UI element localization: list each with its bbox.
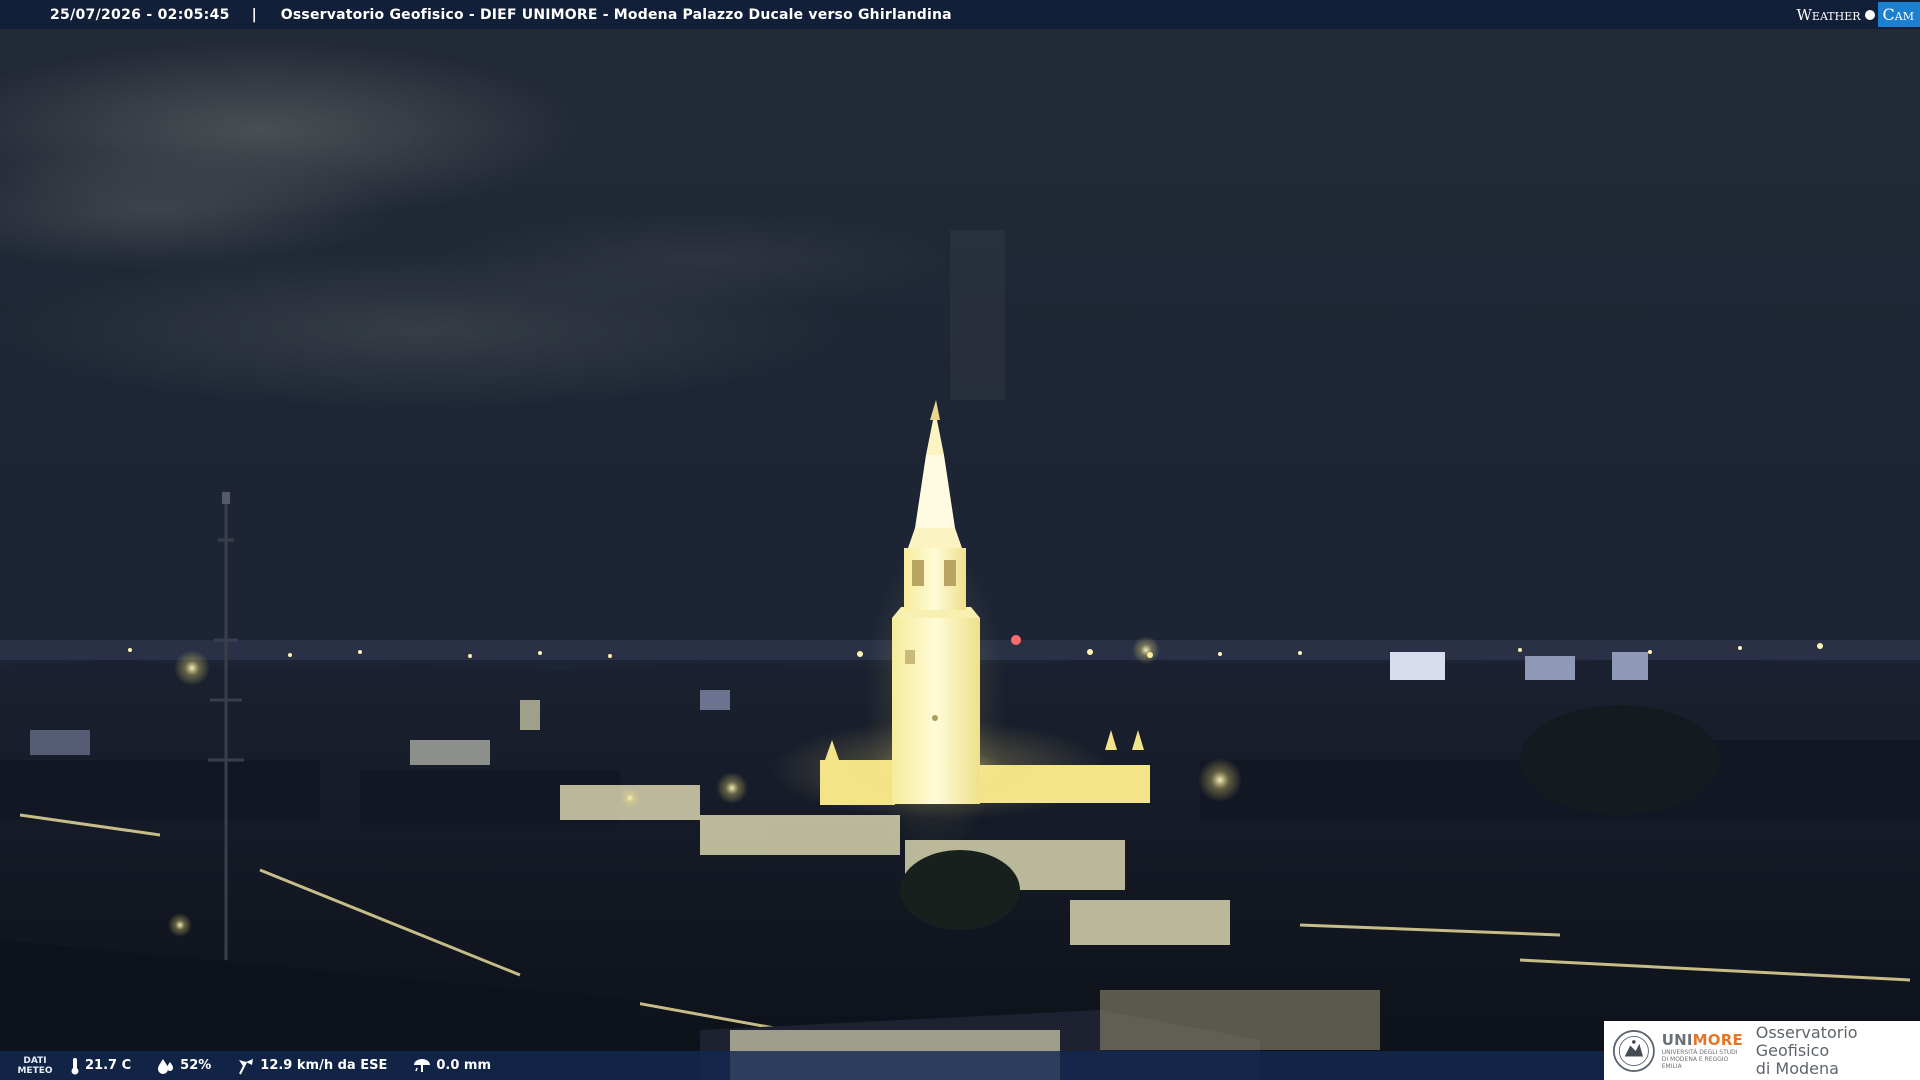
unimore-subtitle: UNIVERSITÀ DEGLI STUDI DI MODENA E REGGI…: [1661, 1049, 1738, 1070]
webcam-image: [0, 0, 1920, 1080]
weathercam-logo: Weather Cam: [1797, 0, 1920, 29]
rain-value: 0.0 mm: [436, 1058, 491, 1073]
unimore-name: UNIMORE: [1662, 1031, 1746, 1049]
observatory-name: Osservatorio Geofisico di Modena: [1755, 1022, 1920, 1078]
unimore-name-part2: MORE: [1692, 1031, 1743, 1049]
observatory-line2: di Modena: [1755, 1058, 1839, 1078]
humidity-drop-icon: [158, 1058, 174, 1074]
brand-cam-text: Cam: [1877, 2, 1920, 27]
humidity-value: 52%: [180, 1058, 212, 1073]
camera-title: Osservatorio Geofisico - DIEF UNIMORE - …: [280, 6, 952, 23]
temperature-readout: 21.7 C: [70, 1057, 131, 1075]
temperature-value: 21.7 C: [85, 1058, 132, 1073]
wind-readout: 12.9 km/h da ESE: [237, 1057, 387, 1075]
wind-value: 12.9 km/h da ESE: [260, 1058, 388, 1073]
unimore-name-part1: UNI: [1661, 1031, 1693, 1049]
rain-readout: 0.0 mm: [413, 1057, 491, 1075]
header-separator: |: [251, 6, 257, 23]
brand-dot-icon: [1864, 9, 1875, 20]
meteo-label: DATI METEO: [0, 1056, 70, 1076]
unimore-wordmark: UNIMORE UNIVERSITÀ DEGLI STUDI DI MODENA…: [1662, 1031, 1746, 1070]
wind-icon: [239, 1058, 254, 1074]
rain-gauge-icon: [414, 1058, 431, 1072]
meteo-label-line1: DATI: [23, 1055, 47, 1066]
unimore-logo-box: UNIMORE UNIVERSITÀ DEGLI STUDI DI MODENA…: [1604, 1021, 1920, 1080]
observatory-line1: Osservatorio Geofisico: [1755, 1022, 1858, 1060]
timestamp: 25/07/2026 - 02:05:45: [50, 6, 230, 23]
university-seal-icon: [1612, 1029, 1655, 1072]
humidity-readout: 52%: [157, 1058, 211, 1074]
thermometer-icon: [71, 1057, 79, 1074]
meteo-label-line2: METEO: [17, 1065, 53, 1076]
brand-weather-text: Weather: [1796, 5, 1861, 24]
webcam-view: 25/07/2026 - 02:05:45 | Osservatorio Geo…: [0, 0, 1920, 1080]
info-header-bar: 25/07/2026 - 02:05:45 | Osservatorio Geo…: [0, 0, 1920, 29]
